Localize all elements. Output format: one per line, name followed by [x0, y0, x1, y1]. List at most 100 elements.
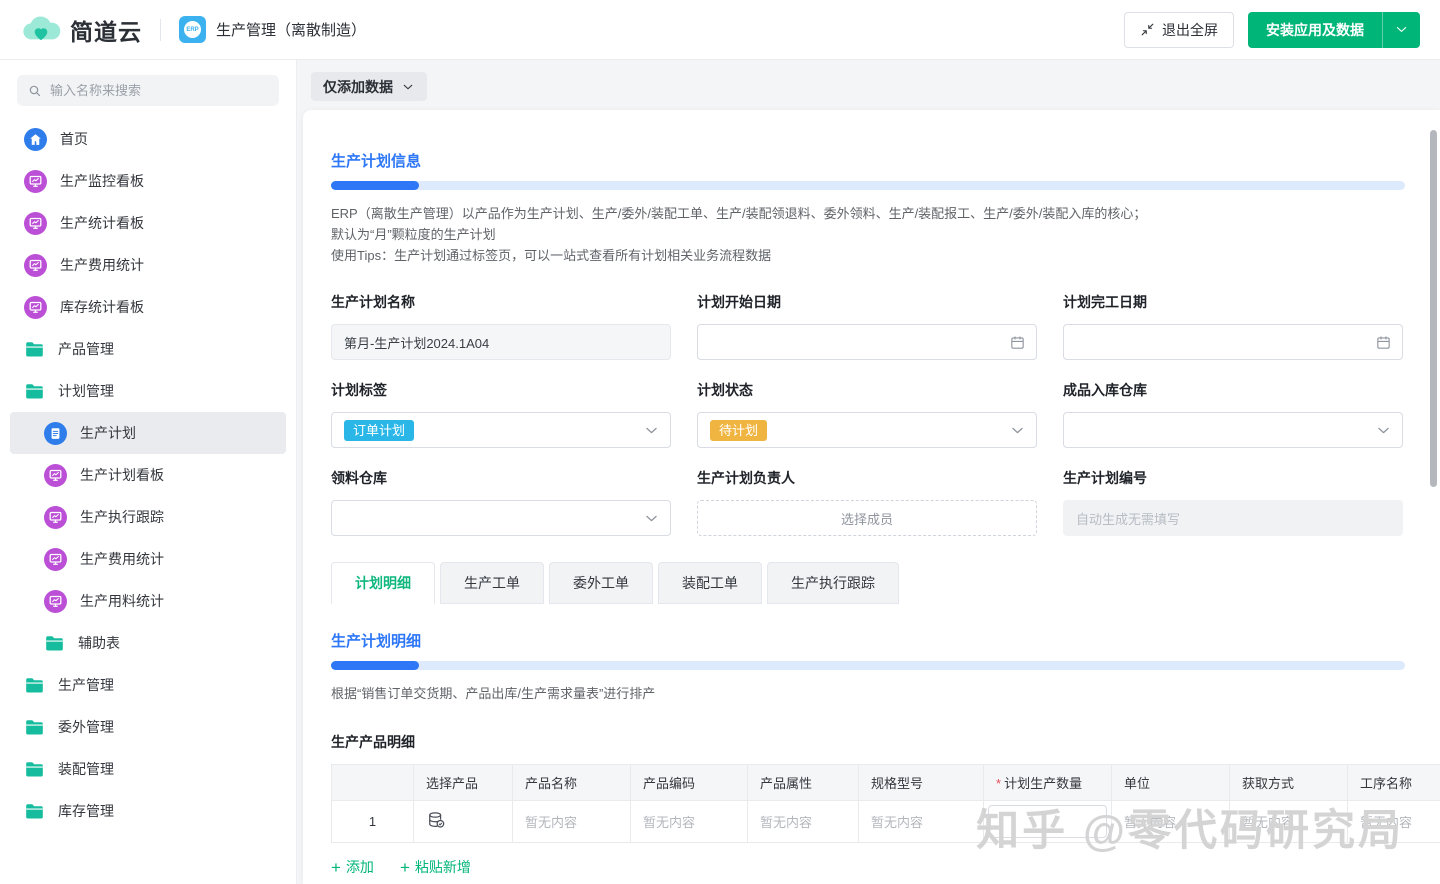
plan-name-input[interactable]: 第月-生产计划2024.1A04 — [331, 324, 671, 360]
sidebar-item-production-plan[interactable]: 生产计划 — [10, 412, 286, 454]
sidebar-search[interactable] — [17, 75, 279, 106]
folder-icon — [24, 675, 45, 696]
col-acquire-method: 获取方式 — [1230, 765, 1348, 801]
vertical-scrollbar[interactable] — [1430, 130, 1437, 487]
sidebar-item-production-material-stats[interactable]: 生产用料统计 — [0, 580, 296, 622]
form-doc-icon — [44, 422, 67, 445]
description-line: 默认为“月”颗粒度的生产计划 — [331, 224, 1405, 245]
table-row: 1 暂无内容 暂无内容 暂无内容 暂无内容 暂无内容 暂无内容 暂无内容 — [332, 801, 1440, 843]
plan-status-select[interactable]: 待计划 — [697, 412, 1037, 448]
col-index — [332, 765, 414, 801]
dashboard-icon — [24, 254, 47, 277]
material-warehouse-select[interactable] — [331, 500, 671, 536]
brand-name: 简道云 — [70, 13, 142, 47]
sidebar-item-production-plan-board[interactable]: 生产计划看板 — [0, 454, 296, 496]
brand-logo[interactable]: 简道云 — [20, 13, 142, 47]
mode-dropdown-button[interactable]: 仅添加数据 — [311, 72, 427, 101]
chevron-down-icon — [1375, 422, 1392, 439]
product-detail-table: 选择产品 产品名称 产品编码 产品属性 规格型号 *计划生产数量 单位 获取方式… — [331, 764, 1440, 843]
folder-icon — [24, 381, 45, 402]
folder-icon — [44, 633, 65, 654]
field-label: 计划标签 — [331, 380, 671, 400]
plan-tag-select[interactable]: 订单计划 — [331, 412, 671, 448]
tab-assembly-workorder[interactable]: 装配工单 — [658, 562, 762, 604]
plan-info-form: 生产计划名称 第月-生产计划2024.1A04 计划开始日期 计划完工日期 — [331, 292, 1405, 536]
sidebar-item-label: 生产用料统计 — [80, 591, 164, 611]
tab-plan-detail[interactable]: 计划明细 — [331, 562, 435, 604]
col-unit: 单位 — [1112, 765, 1230, 801]
select-product-cell[interactable] — [414, 801, 513, 843]
folder-icon — [24, 801, 45, 822]
exit-fullscreen-label: 退出全屏 — [1162, 20, 1218, 40]
paste-add-button[interactable]: + 粘贴新增 — [400, 857, 471, 877]
sidebar-item-inventory-stats-board[interactable]: 库存统计看板 — [0, 286, 296, 328]
tab-production-workorder[interactable]: 生产工单 — [440, 562, 544, 604]
process-name-cell: 暂无内容 — [1348, 801, 1440, 843]
search-icon — [27, 83, 43, 99]
finish-date-input[interactable] — [1063, 324, 1403, 360]
add-row-button[interactable]: + 添加 — [331, 857, 374, 877]
mode-dropdown-label: 仅添加数据 — [323, 77, 393, 97]
sidebar-item-outsourcing-mgmt[interactable]: 委外管理 — [0, 706, 296, 748]
sidebar-item-product-mgmt[interactable]: 产品管理 — [0, 328, 296, 370]
sidebar-item-auxiliary-tables[interactable]: 辅助表 — [0, 622, 296, 664]
app-icon: ERP — [179, 16, 206, 43]
field-label: 计划完工日期 — [1063, 292, 1403, 312]
acquire-method-cell: 暂无内容 — [1230, 801, 1348, 843]
sidebar-item-production-mgmt[interactable]: 生产管理 — [0, 664, 296, 706]
plan-number-input[interactable]: 自动生成无需填写 — [1063, 500, 1403, 536]
tag-pending-plan: 待计划 — [710, 420, 767, 441]
sidebar-item-inventory-mgmt[interactable]: 库存管理 — [0, 790, 296, 832]
plan-qty-input[interactable] — [988, 805, 1107, 838]
col-select-product: 选择产品 — [414, 765, 513, 801]
exit-fullscreen-button[interactable]: 退出全屏 — [1124, 12, 1234, 48]
sidebar-item-prod-cost-stats[interactable]: 生产费用统计 — [0, 244, 296, 286]
top-header: 简道云 ERP 生产管理（离散制造） 退出全屏 安装应用及数据 — [0, 0, 1440, 60]
sidebar-item-assembly-mgmt[interactable]: 装配管理 — [0, 748, 296, 790]
dashboard-icon — [44, 590, 67, 613]
col-spec-model: 规格型号 — [859, 765, 984, 801]
field-label: 领料仓库 — [331, 468, 671, 488]
select-product-icon[interactable] — [426, 810, 446, 830]
app-title: 生产管理（离散制造） — [216, 19, 366, 40]
detail-tabs: 计划明细 生产工单 委外工单 装配工单 生产执行跟踪 — [331, 562, 1405, 604]
col-product-name: 产品名称 — [513, 765, 631, 801]
sidebar-item-prod-stats-board[interactable]: 生产统计看板 — [0, 202, 296, 244]
tab-production-exec-tracking[interactable]: 生产执行跟踪 — [767, 562, 899, 604]
plus-icon: + — [400, 859, 410, 876]
sidebar-item-prod-monitor-board[interactable]: 生产监控看板 — [0, 160, 296, 202]
sidebar-item-label: 库存统计看板 — [60, 297, 144, 317]
plan-name-value: 第月-生产计划2024.1A04 — [344, 333, 489, 352]
tab-outsourcing-workorder[interactable]: 委外工单 — [549, 562, 653, 604]
chevron-down-icon — [1009, 422, 1026, 439]
section-progress-bar — [331, 181, 1405, 190]
sidebar-item-label: 生产统计看板 — [60, 213, 144, 233]
field-label: 生产计划编号 — [1063, 468, 1403, 488]
install-app-dropdown-button[interactable] — [1382, 12, 1420, 48]
col-product-attr: 产品属性 — [748, 765, 859, 801]
sidebar-item-production-cost-stats[interactable]: 生产费用统计 — [0, 538, 296, 580]
start-date-input[interactable] — [697, 324, 1037, 360]
sidebar-item-label: 生产计划 — [80, 423, 136, 443]
home-icon — [24, 128, 47, 151]
chevron-down-icon — [643, 510, 660, 527]
dashboard-icon — [24, 170, 47, 193]
sidebar-item-production-exec-tracking[interactable]: 生产执行跟踪 — [0, 496, 296, 538]
sidebar-item-plan-mgmt[interactable]: 计划管理 — [0, 370, 296, 412]
plan-qty-cell — [984, 801, 1112, 843]
sidebar-item-label: 生产监控看板 — [60, 171, 144, 191]
folder-icon — [24, 339, 45, 360]
form-card: 生产计划信息 ERP（离散生产管理）以产品作为生产计划、生产/委外/装配工单、生… — [303, 110, 1440, 884]
product-code-cell: 暂无内容 — [631, 801, 748, 843]
field-label: 计划状态 — [697, 380, 1037, 400]
install-app-button[interactable]: 安装应用及数据 — [1248, 12, 1382, 48]
chevron-down-icon — [1394, 22, 1409, 37]
sidebar-item-home[interactable]: 首页 — [0, 118, 296, 160]
dashboard-icon — [24, 212, 47, 235]
search-input[interactable] — [50, 83, 269, 98]
select-member-button[interactable]: 选择成员 — [697, 500, 1037, 536]
chevron-down-icon — [401, 80, 415, 94]
product-detail-table-wrap: 选择产品 产品名称 产品编码 产品属性 规格型号 *计划生产数量 单位 获取方式… — [331, 764, 1440, 843]
finished-warehouse-select[interactable] — [1063, 412, 1403, 448]
sidebar-item-label: 生产计划看板 — [80, 465, 164, 485]
